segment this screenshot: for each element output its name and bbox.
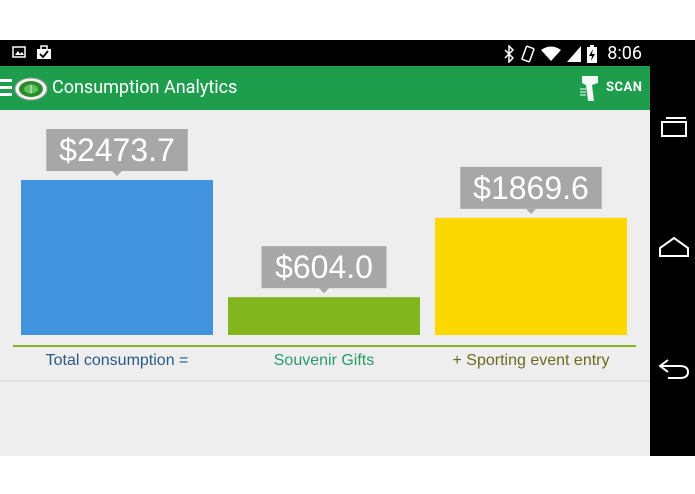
scan-button[interactable]: SCAN <box>606 80 642 95</box>
briefcase-check-icon <box>37 45 51 59</box>
app-bar: Consumption Analytics SCAN <box>0 66 650 110</box>
bar-2[interactable] <box>435 217 627 335</box>
home-icon[interactable] <box>658 234 690 258</box>
stadium-logo-icon[interactable] <box>14 74 48 102</box>
system-nav-bar <box>650 40 695 456</box>
status-time: 8:06 <box>607 43 642 64</box>
chart-area: $2473.7 Total consumption = $604.0 Souvenir… <box>0 110 650 456</box>
category-label-2: + Sporting event entry <box>453 352 610 369</box>
value-label-pointer-0 <box>112 171 122 176</box>
value-label-pointer-2 <box>526 208 536 214</box>
page-title: Consumption Analytics <box>52 77 238 98</box>
bar-1[interactable] <box>228 297 420 335</box>
vibrate-icon <box>521 45 535 62</box>
category-label-0: Total consumption = <box>46 352 189 369</box>
back-icon[interactable] <box>658 356 690 380</box>
status-bar: 8:06 <box>0 40 650 66</box>
recent-apps-icon[interactable] <box>658 114 690 138</box>
image-icon <box>12 46 26 58</box>
value-label-pointer-1 <box>319 288 329 294</box>
battery-charging-icon <box>587 44 598 63</box>
bluetooth-icon <box>504 44 515 63</box>
data-label-0: $2473.7 <box>59 132 175 168</box>
menu-icon[interactable] <box>0 79 12 97</box>
category-label-1: Souvenir Gifts <box>274 352 374 369</box>
data-label-1: $604.0 <box>275 249 373 285</box>
signal-icon <box>567 45 582 62</box>
bar-0[interactable] <box>21 180 213 335</box>
data-label-2: $1869.6 <box>473 170 589 206</box>
barcode-scanner-icon[interactable] <box>580 73 600 103</box>
consumption-bar-chart: $2473.7 Total consumption = $604.0 Souvenir… <box>0 129 650 382</box>
wifi-icon <box>541 46 562 61</box>
